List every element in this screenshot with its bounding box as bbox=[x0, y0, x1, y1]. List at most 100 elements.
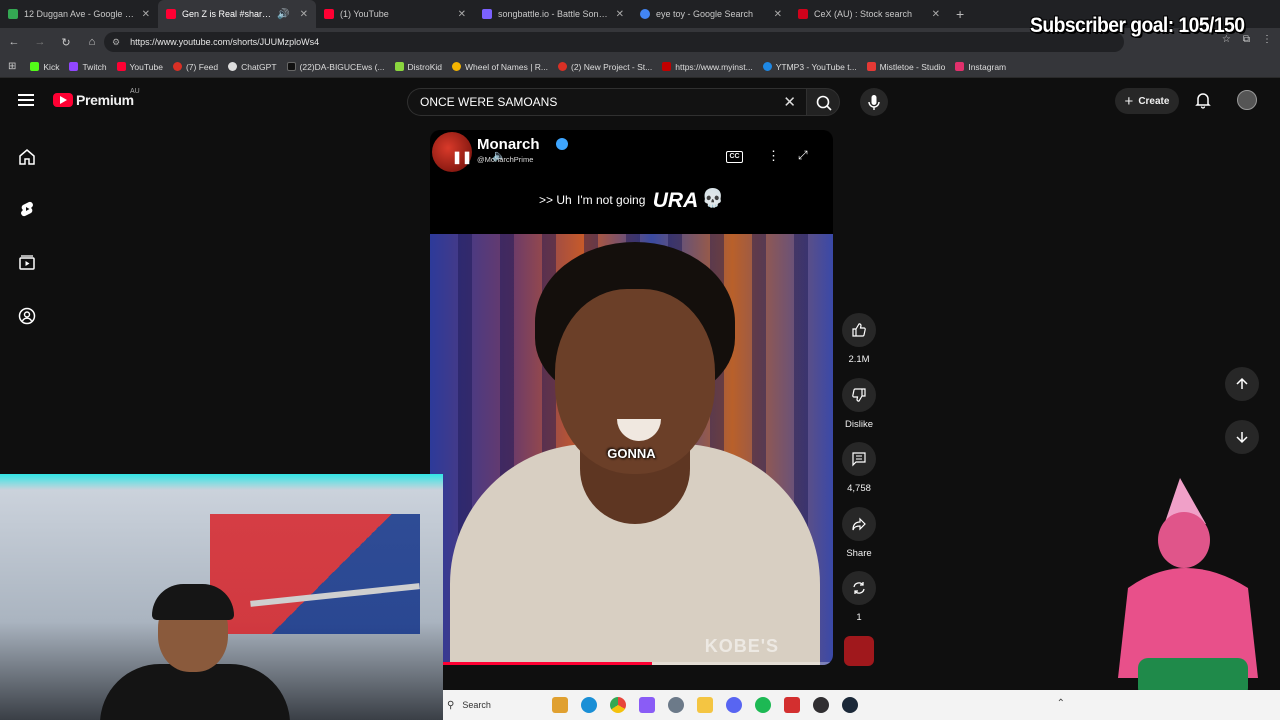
copilot-icon[interactable] bbox=[638, 697, 655, 713]
tab-songbattle[interactable]: songbattle.io - Battle Songs ag ✕ bbox=[474, 0, 632, 28]
wheel-icon bbox=[452, 62, 462, 71]
chrome-icon[interactable] bbox=[609, 697, 626, 713]
spotify-icon[interactable] bbox=[754, 697, 771, 713]
tab-youtube-short[interactable]: Gen Z is Real #sharkta 🔊 ✕ bbox=[158, 0, 316, 28]
progress-fill bbox=[430, 662, 652, 665]
dislike-button[interactable]: Dislike bbox=[842, 378, 876, 430]
taskbar-search[interactable]: ⚲ Search bbox=[447, 700, 545, 711]
close-tab-icon[interactable]: ✕ bbox=[142, 9, 150, 20]
home-icon[interactable] bbox=[18, 148, 36, 166]
you-profile-icon[interactable] bbox=[18, 307, 36, 325]
share-label: Share bbox=[846, 548, 872, 559]
channel-handle[interactable]: @MonarchPrime bbox=[477, 155, 533, 164]
bookmark-item[interactable]: (22)DA-BIGUCEws (... bbox=[286, 62, 385, 72]
led-strip bbox=[0, 474, 443, 490]
bookmark-item[interactable]: ChatGPT bbox=[228, 61, 277, 72]
caption-line: >> Uh I'm not going URA 💀 bbox=[430, 188, 833, 213]
pause-icon[interactable]: ❚❚ bbox=[452, 150, 472, 164]
red-app-icon[interactable] bbox=[783, 697, 800, 713]
shorts-icon[interactable] bbox=[18, 200, 36, 218]
caption-overlay-text: URA bbox=[652, 189, 699, 212]
subscriptions-icon[interactable] bbox=[18, 253, 36, 271]
more-options-icon[interactable]: ⋮ bbox=[767, 148, 780, 164]
skull-emoji-icon: 💀 bbox=[701, 188, 724, 208]
tab-youtube-home[interactable]: (1) YouTube ✕ bbox=[316, 0, 474, 28]
back-icon[interactable]: ← bbox=[2, 36, 26, 48]
obs-icon[interactable] bbox=[812, 697, 829, 713]
edge-icon[interactable] bbox=[580, 697, 597, 713]
apps-grid-icon[interactable]: ⊞ bbox=[8, 61, 16, 72]
bookmark-label: https://www.myinst... bbox=[675, 61, 753, 72]
menu-icon[interactable] bbox=[18, 94, 34, 106]
video-progress-bar[interactable] bbox=[430, 662, 833, 665]
search-button[interactable] bbox=[806, 88, 840, 116]
widgets-icon[interactable] bbox=[551, 697, 568, 713]
speaker-icon[interactable]: 🔊 bbox=[277, 9, 289, 20]
account-avatar[interactable] bbox=[1237, 90, 1257, 110]
channel-name[interactable]: Monarch bbox=[477, 136, 540, 153]
distrokid-icon bbox=[394, 62, 404, 71]
bookmark-item[interactable]: Kick bbox=[30, 62, 59, 72]
clear-search-icon[interactable]: ✕ bbox=[783, 93, 796, 111]
sound-thumbnail[interactable] bbox=[844, 636, 874, 666]
next-short-button[interactable] bbox=[1225, 420, 1259, 454]
previous-short-button[interactable] bbox=[1225, 367, 1259, 401]
bookmark-item[interactable]: YouTube bbox=[116, 61, 163, 72]
bookmark-item[interactable]: (7) Feed bbox=[172, 61, 219, 72]
like-button[interactable]: 2.1M bbox=[842, 313, 876, 365]
tab-google-search[interactable]: eye toy - Google Search ✕ bbox=[632, 0, 790, 28]
url-field[interactable]: ⚙ https://www.youtube.com/shorts/JUUMzpl… bbox=[104, 32, 1124, 52]
home-icon[interactable]: ⌂ bbox=[80, 36, 104, 48]
create-button[interactable]: + Create bbox=[1115, 88, 1179, 114]
close-tab-icon[interactable]: ✕ bbox=[932, 9, 940, 20]
remix-count: 1 bbox=[856, 612, 862, 623]
bookmark-item[interactable]: DistroKid bbox=[394, 62, 442, 72]
search-input[interactable]: ONCE WERE SAMOANS ✕ bbox=[407, 88, 806, 116]
bookmark-item[interactable]: YTMP3 - YouTube t... bbox=[762, 62, 857, 72]
notifications-bell-icon[interactable] bbox=[1194, 91, 1212, 109]
bookmark-item[interactable]: Wheel of Names | R... bbox=[452, 62, 548, 72]
comments-button[interactable]: 4,758 bbox=[842, 442, 876, 494]
bookmark-item[interactable]: Instagram bbox=[955, 62, 1006, 72]
settings-icon[interactable] bbox=[667, 697, 684, 713]
bookmark-label: YouTube bbox=[129, 61, 163, 72]
voice-search-button[interactable] bbox=[860, 88, 888, 116]
remix-button[interactable]: 1 bbox=[842, 571, 876, 623]
bookmark-item[interactable]: Twitch bbox=[69, 62, 107, 72]
youtube-header: Premium AU ONCE WERE SAMOANS ✕ + Create bbox=[0, 80, 1280, 124]
bookmark-label: (7) Feed bbox=[185, 61, 219, 72]
chatgpt-icon bbox=[228, 62, 238, 71]
bookmark-item[interactable]: Mistletoe - Studio bbox=[866, 61, 946, 72]
share-button[interactable]: Share bbox=[842, 507, 876, 559]
site-info-icon[interactable]: ⚙ bbox=[112, 37, 120, 48]
remix-icon bbox=[853, 582, 865, 594]
file-explorer-icon[interactable] bbox=[696, 697, 713, 713]
reload-icon[interactable]: ↻ bbox=[54, 36, 78, 49]
forward-icon[interactable]: → bbox=[28, 36, 52, 48]
youtube-premium-logo[interactable]: Premium AU bbox=[53, 88, 140, 108]
bookmark-label: Mistletoe - Studio bbox=[879, 61, 946, 72]
youtube-play-icon bbox=[53, 93, 73, 107]
close-tab-icon[interactable]: ✕ bbox=[774, 9, 782, 20]
system-tray-chevron-icon[interactable]: ⌃ bbox=[1057, 698, 1065, 709]
tab-cex[interactable]: CeX (AU) : Stock search ✕ bbox=[790, 0, 948, 28]
browser-menu-icon[interactable]: ⋮ bbox=[1262, 34, 1272, 45]
captions-button[interactable]: CC bbox=[726, 151, 743, 163]
close-tab-icon[interactable]: ✕ bbox=[458, 9, 466, 20]
bookmark-item[interactable]: (2) New Project - St... bbox=[558, 62, 652, 72]
streamer-shirt bbox=[100, 664, 290, 720]
close-tab-icon[interactable]: ✕ bbox=[616, 9, 624, 20]
bookmark-item[interactable]: https://www.myinst... bbox=[662, 61, 753, 72]
shorts-video-player[interactable]: KOBE'S GONNA ❚❚ 🔈 Monarch @MonarchPrime … bbox=[430, 130, 833, 665]
close-tab-icon[interactable]: ✕ bbox=[300, 9, 308, 20]
fullscreen-icon[interactable]: ⤢ bbox=[798, 148, 808, 163]
steam-icon[interactable] bbox=[841, 697, 858, 713]
bookmark-label: ChatGPT bbox=[241, 61, 277, 72]
discord-icon[interactable] bbox=[725, 697, 742, 713]
create-label: Create bbox=[1138, 95, 1170, 107]
url-text: https://www.youtube.com/shorts/JUUMzploW… bbox=[130, 37, 320, 47]
youtube-favicon-icon bbox=[166, 9, 176, 19]
new-tab-icon[interactable]: + bbox=[956, 6, 964, 22]
search-icon: ⚲ bbox=[447, 699, 455, 711]
tab-google-maps[interactable]: 12 Duggan Ave - Google Maps ✕ bbox=[0, 0, 158, 28]
